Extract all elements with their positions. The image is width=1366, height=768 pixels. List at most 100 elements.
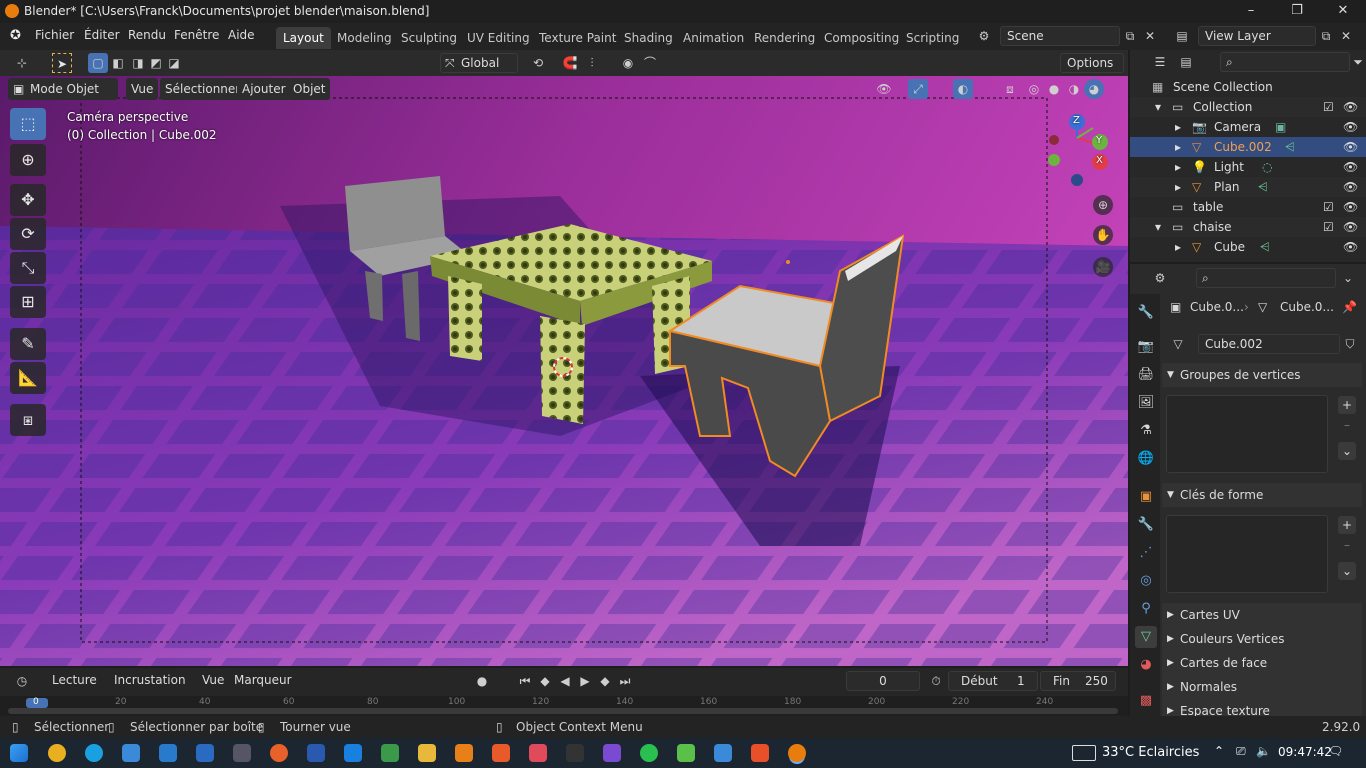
firefox-icon[interactable] [270,744,288,762]
app-icon[interactable] [603,744,621,762]
menu-marqueur[interactable]: Marqueur [228,671,292,691]
tab-shading[interactable]: Shading [617,27,680,49]
stopwatch-icon[interactable]: ⏱ [926,671,946,691]
eye-icon[interactable]: 👁 [1343,97,1358,117]
frame-ruler[interactable]: 0 20 40 60 80 100 120 140 160 180 200 22… [0,696,1128,716]
outliner-row[interactable]: ▸ 💡 Light ◌ 👁 [1130,157,1366,177]
move-tool-icon[interactable]: ✥ [10,184,46,216]
menu-selectionner[interactable]: Sélectionner [160,78,246,100]
checkbox-icon[interactable]: ☑ [1323,197,1334,217]
whatsapp-icon[interactable] [640,744,658,762]
pivot-point-icon[interactable]: ⟲ [528,53,548,73]
view-layer-field[interactable]: View Layer [1198,26,1316,46]
eye-icon[interactable]: 👁 [1343,157,1358,177]
tray-chevron-up-icon[interactable]: ⌃ [1214,744,1224,758]
scene-tab-icon[interactable]: ⚗ [1135,420,1157,442]
gizmo-z-label[interactable]: Z [1073,115,1080,126]
constraints-tab-icon[interactable]: ⚲ [1135,598,1157,620]
menu-fenetre[interactable]: Fenêtre [174,28,219,42]
remove-shape-key-button[interactable]: – [1338,536,1356,554]
chevron-right-icon[interactable]: ▸ [1175,137,1181,157]
zoom-icon[interactable]: ⊕ [1093,195,1113,215]
shape-key-specials-icon[interactable]: ⌄ [1338,562,1356,580]
vertex-group-specials-icon[interactable]: ⌄ [1338,442,1356,460]
mesh-browse-icon[interactable]: ▽ [1168,334,1188,354]
play-reverse-icon[interactable]: ◀ [555,671,575,691]
app-icon[interactable] [677,744,695,762]
gizmo-x-label[interactable]: X [1096,155,1103,166]
tab-animation[interactable]: Animation [676,27,751,49]
tab-layout[interactable]: Layout [276,27,331,49]
menu-editer[interactable]: Éditer [84,28,120,42]
timeline-editor-icon[interactable]: ◷ [12,671,32,691]
tab-uv-editing[interactable]: UV Editing [460,27,537,49]
panel-texture-space[interactable]: ▶ Espace texture [1162,699,1362,716]
tab-scripting[interactable]: Scripting [899,27,966,49]
select-tool-icon[interactable]: ➤ [52,53,72,73]
outliner-row[interactable]: ▸ ▽ Plan ⩤ 👁 [1130,177,1366,197]
shading-wireframe-icon[interactable]: ◎ [1024,79,1044,99]
transform-tool-icon[interactable]: ⊞ [10,286,46,318]
outliner-row[interactable]: ▭ table ☑ 👁 [1130,197,1366,217]
scene-delete-icon[interactable]: ✕ [1140,26,1160,46]
tab-compositing[interactable]: Compositing [817,27,906,49]
tab-sculpting[interactable]: Sculpting [394,27,464,49]
panel-vertex-groups[interactable]: ▼ Groupes de vertices [1162,363,1362,387]
scene-name-field[interactable]: Scene [1000,26,1120,46]
outliner-row[interactable]: ▸ ▽ Cube.002 ⩤ 👁 [1130,137,1366,157]
select-mode-invert-icon[interactable]: ◩ [146,53,166,73]
outliner-row[interactable]: ▾ ▭ Collection ☑ 👁 [1130,97,1366,117]
tab-texture-paint[interactable]: Texture Paint [532,27,623,49]
edge-icon[interactable] [85,744,103,762]
app-icon[interactable] [529,744,547,762]
panel-shape-keys[interactable]: ▼ Clés de forme [1162,483,1362,507]
start-frame-field[interactable]: Début 1 [948,671,1038,691]
add-vertex-group-button[interactable]: + [1338,396,1356,414]
outliner-search-input[interactable]: ⌕ [1220,52,1350,72]
network-icon[interactable]: ⎚ [1236,744,1246,759]
mesh-data-tab-icon[interactable]: ▽ [1135,626,1157,648]
mail-icon[interactable] [196,744,214,762]
chrome-icon[interactable] [48,744,66,762]
gizmo-y-label[interactable]: Y [1096,135,1102,146]
menu-timeline-vue[interactable]: Vue [196,671,230,691]
chevron-right-icon[interactable]: ▸ [1175,117,1181,137]
clock-time[interactable]: 09:47:42 [1278,745,1332,759]
view-layer-tab-icon[interactable]: 🖼 [1135,392,1157,414]
app-icon[interactable] [381,744,399,762]
vlc-icon[interactable] [455,744,473,762]
overlays-toggle-icon[interactable]: ◐ [953,79,973,99]
outliner-row[interactable]: ▾ ▭ chaise ☑ 👁 [1130,217,1366,237]
view-layer-copy-icon[interactable]: ⧉ [1316,26,1336,46]
notifications-icon[interactable]: 🗨 [1328,744,1343,758]
news-widget-icon[interactable] [1072,745,1096,761]
chevron-down-icon[interactable]: ▾ [1155,217,1161,237]
app-icon[interactable] [492,744,510,762]
next-keyframe-icon[interactable]: ◆ [595,671,615,691]
jump-end-icon[interactable]: ⏭ [615,671,635,691]
properties-options-icon[interactable]: ⌄ [1338,268,1358,288]
proportional-falloff-icon[interactable]: ⌒ [640,53,660,73]
end-frame-field[interactable]: Fin 250 [1040,671,1116,691]
snap-target-icon[interactable]: ⫶ [582,53,602,73]
panel-vertex-colors[interactable]: ▶ Couleurs Vertices [1162,627,1362,651]
options-dropdown[interactable]: Options [1060,53,1124,73]
cursor-tool-icon[interactable]: ⊕ [10,144,46,176]
panel-face-maps[interactable]: ▶ Cartes de face [1162,651,1362,675]
3d-viewport[interactable]: ▣ Mode Objet Vue Sélectionner Ajouter Ob… [0,76,1128,666]
current-frame-field[interactable]: 0 [846,671,920,691]
snap-icon[interactable]: 🧲 [560,53,580,73]
add-cube-tool-icon[interactable]: ⧆ [10,404,46,436]
eye-icon[interactable]: 👁 [1343,117,1358,137]
physics-tab-icon[interactable]: ◎ [1135,570,1157,592]
display-mode-icon[interactable]: ▤ [1176,52,1196,72]
texture-tab-icon[interactable]: ▩ [1135,690,1157,712]
scene-copy-icon[interactable]: ⧉ [1120,26,1140,46]
notepad-icon[interactable] [714,744,732,762]
modifier-tab-icon[interactable]: 🔧 [1135,514,1157,536]
menu-incrustation[interactable]: Incrustation [108,671,192,691]
close-button[interactable]: ✕ [1320,0,1366,23]
chevron-right-icon[interactable]: ▸ [1175,237,1181,257]
object-tab-icon[interactable]: ▣ [1135,486,1157,508]
menu-aide[interactable]: Aide [228,28,255,42]
